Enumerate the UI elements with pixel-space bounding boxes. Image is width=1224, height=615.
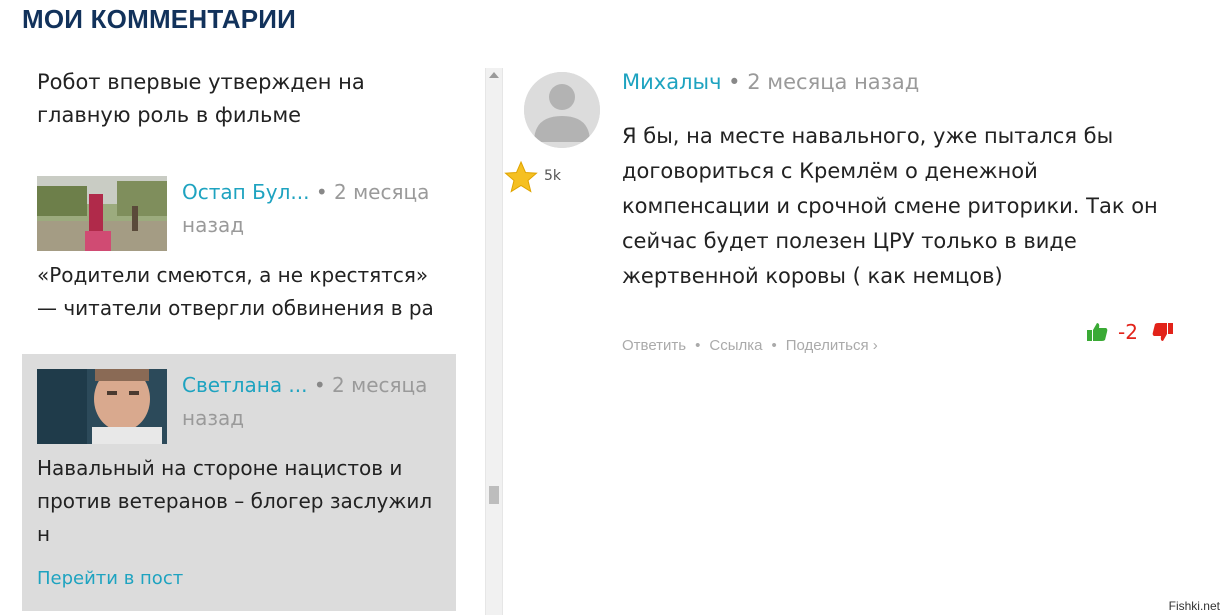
comment-meta: Остап Бул... • 2 месяца назад xyxy=(182,176,452,242)
vote-widget: -2 xyxy=(1086,318,1186,346)
post-title-link[interactable]: «Родители смеются, а не крестятся» — чит… xyxy=(37,259,447,325)
list-item-selected[interactable]: Светлана ... • 2 месяца назад Навальный … xyxy=(22,354,456,611)
list-item[interactable]: Остап Бул... • 2 месяца назад «Родители … xyxy=(22,174,456,354)
comment-actions: Ответить • Ссылка • Поделиться › xyxy=(622,337,878,354)
post-title-link[interactable]: Робот впервые утвержден на главную роль … xyxy=(37,66,452,132)
my-comments-list: Робот впервые утвержден на главную роль … xyxy=(22,54,456,615)
author-link[interactable]: Светлана ... xyxy=(182,373,308,397)
user-avatar[interactable] xyxy=(524,72,600,148)
action-separator: • xyxy=(695,337,701,354)
post-thumbnail[interactable] xyxy=(37,369,167,444)
comment-meta: Светлана ... • 2 месяца назад xyxy=(182,369,452,435)
page-title: МОИ КОММЕНТАРИИ xyxy=(22,4,297,34)
action-separator: • xyxy=(771,337,777,354)
karma-count: 5k xyxy=(544,168,562,184)
permalink-link[interactable]: Ссылка xyxy=(709,337,762,354)
reply-link[interactable]: Ответить xyxy=(622,337,686,354)
thumbs-up-icon[interactable] xyxy=(1086,322,1108,342)
post-title-link[interactable]: Навальный на стороне нацистов и против в… xyxy=(37,452,447,551)
scrollbar[interactable] xyxy=(485,68,503,615)
meta-separator: • xyxy=(728,70,741,94)
scrollbar-thumb[interactable] xyxy=(489,486,499,504)
author-link[interactable]: Михалыч xyxy=(622,70,721,94)
star-icon xyxy=(504,160,538,194)
comment-text: Я бы, на месте навального, уже пытался б… xyxy=(622,124,1158,288)
scroll-up-arrow-icon[interactable] xyxy=(489,72,499,78)
timestamp: 2 месяца назад xyxy=(747,70,920,94)
meta-separator: • xyxy=(315,180,328,204)
author-link[interactable]: Остап Бул... xyxy=(182,180,310,204)
comment-score: -2 xyxy=(1118,320,1138,344)
go-to-post-link[interactable]: Перейти в пост xyxy=(37,568,183,589)
comment-meta: Михалыч • 2 месяца назад xyxy=(622,70,919,94)
post-thumbnail[interactable] xyxy=(37,176,167,251)
share-link[interactable]: Поделиться › xyxy=(786,337,878,354)
watermark: Fishki.net xyxy=(1168,599,1220,613)
thumbs-down-icon[interactable] xyxy=(1152,322,1174,342)
meta-separator: • xyxy=(313,373,326,397)
